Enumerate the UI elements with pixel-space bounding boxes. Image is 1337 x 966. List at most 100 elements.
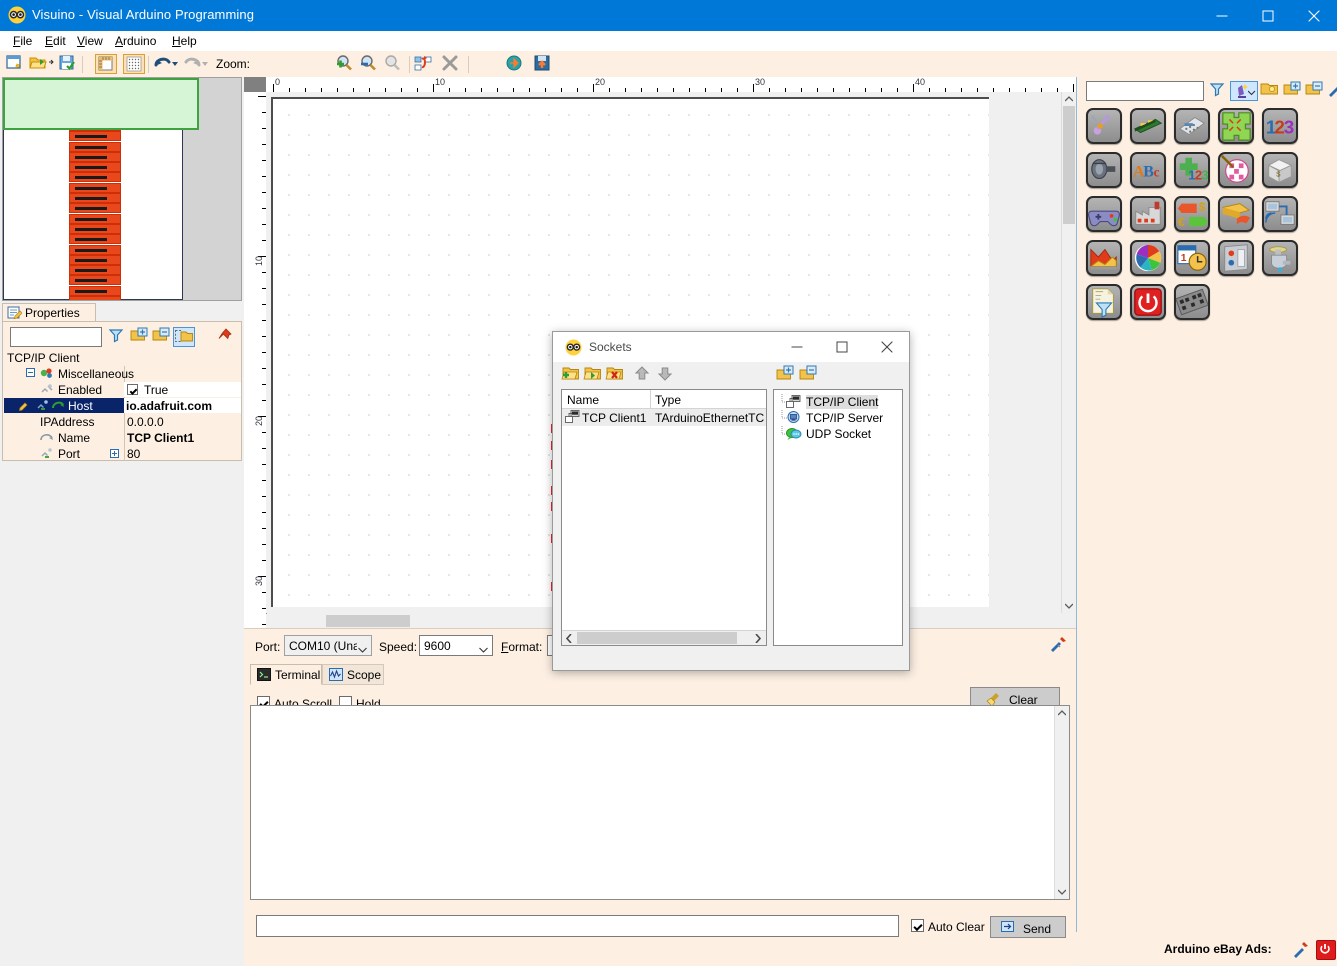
tab-terminal[interactable]: Terminal: [250, 664, 322, 685]
dialog-maximize-button[interactable]: [819, 332, 864, 362]
zoom-in-icon[interactable]: [334, 54, 358, 74]
network-icon[interactable]: [1262, 196, 1298, 232]
add-socket-icon[interactable]: [561, 365, 583, 385]
expand-categories-icon[interactable]: [129, 327, 151, 347]
convert-icon[interactable]: $€: [1174, 196, 1210, 232]
save-project-icon[interactable]: [58, 54, 80, 74]
navigator-viewport-rect[interactable]: [3, 78, 199, 130]
scroll-right-arrow-icon[interactable]: [752, 631, 766, 645]
group-by-category-icon[interactable]: [173, 327, 195, 347]
scroll-thumb[interactable]: [326, 615, 410, 627]
port-combo[interactable]: COM10 (Unav: [284, 635, 372, 656]
expand-toggle-icon[interactable]: [110, 449, 119, 458]
color-icon[interactable]: [1130, 240, 1166, 276]
terminal-settings-icon[interactable]: [1049, 635, 1069, 655]
property-row-port[interactable]: Port 80: [4, 446, 241, 461]
show-rulers-icon[interactable]: [95, 54, 117, 74]
scroll-down-arrow-icon[interactable]: [1055, 885, 1069, 899]
open-project-icon[interactable]: [29, 54, 55, 74]
arrange-icon[interactable]: [413, 54, 435, 74]
canvas-vertical-scrollbar[interactable]: [1061, 92, 1076, 613]
add-number-icon[interactable]: 123: [1174, 152, 1210, 188]
tab-scope[interactable]: Scope: [322, 664, 384, 685]
property-row-name[interactable]: Name TCP Client1: [4, 430, 241, 445]
expand-all-icon[interactable]: [1282, 81, 1304, 101]
menu-arduino[interactable]: Arduino: [108, 33, 163, 49]
menu-help[interactable]: Help: [165, 33, 204, 49]
sockets-list[interactable]: Name Type TCP Client1 TArduinoEthernetTC…: [561, 389, 767, 646]
auto-clear-checkbox[interactable]: [911, 919, 924, 932]
send-input[interactable]: [256, 915, 899, 937]
collapse-toggle-icon[interactable]: [26, 368, 35, 377]
integer-icon[interactable]: 123: [1262, 108, 1298, 144]
gamepad-icon[interactable]: [1086, 196, 1122, 232]
column-header-name[interactable]: Name: [567, 393, 599, 407]
math-icon[interactable]: [1174, 108, 1210, 144]
motor-icon[interactable]: [1086, 152, 1122, 188]
property-row-miscellaneous[interactable]: Miscellaneous: [4, 366, 241, 381]
menu-view[interactable]: View: [70, 33, 110, 49]
maximize-button[interactable]: [1245, 0, 1291, 31]
valve-icon[interactable]: [1262, 240, 1298, 276]
send-button[interactable]: Send: [990, 916, 1066, 938]
zoom-reset-icon[interactable]: [382, 54, 406, 74]
open-category-icon[interactable]: [1260, 81, 1282, 101]
collapse-all-icon[interactable]: [798, 365, 820, 385]
pin-icon[interactable]: [215, 327, 237, 347]
scroll-thumb[interactable]: [1063, 106, 1075, 224]
redo-icon[interactable]: [182, 54, 208, 74]
logic-icon[interactable]: [1218, 108, 1254, 144]
minimize-button[interactable]: [1199, 0, 1245, 31]
property-row-enabled[interactable]: Enabled True: [4, 382, 241, 397]
property-row-host[interactable]: Host io.adafruit.com: [4, 398, 241, 413]
property-row-ipaddress[interactable]: IPAddress 0.0.0.0: [4, 414, 241, 429]
factory-icon[interactable]: [1130, 196, 1166, 232]
memory-icon[interactable]: [1130, 108, 1166, 144]
dialog-close-button[interactable]: [864, 332, 909, 362]
random-icon[interactable]: [1218, 152, 1254, 188]
design-navigator-thumbnail[interactable]: [2, 77, 242, 301]
package-icon[interactable]: $: [1262, 152, 1298, 188]
collapse-all-icon[interactable]: [1304, 81, 1326, 101]
menu-edit[interactable]: Edit: [38, 33, 73, 49]
delete-socket-icon[interactable]: [605, 365, 627, 385]
edit-socket-icon[interactable]: [583, 365, 605, 385]
move-up-icon[interactable]: [633, 365, 655, 385]
datetime-icon[interactable]: 1: [1174, 240, 1210, 276]
power-off-icon[interactable]: [1316, 940, 1336, 960]
payment-icon[interactable]: [1218, 196, 1254, 232]
terminal-output[interactable]: [250, 705, 1070, 900]
sockets-list-horizontal-scrollbar[interactable]: [562, 630, 766, 645]
property-value-host[interactable]: io.adafruit.com: [126, 399, 212, 413]
dialog-minimize-button[interactable]: [774, 332, 819, 362]
analog-icon[interactable]: [1086, 108, 1122, 144]
properties-search-input[interactable]: [10, 327, 102, 347]
scroll-down-arrow-icon[interactable]: [1062, 599, 1076, 613]
scroll-up-arrow-icon[interactable]: [1055, 706, 1069, 720]
filter-icon[interactable]: [1208, 81, 1230, 101]
speed-combo[interactable]: 9600: [419, 635, 493, 656]
scroll-up-arrow-icon[interactable]: [1062, 92, 1076, 106]
table-row[interactable]: TCP Client1 TArduinoEthernetTCP.: [562, 409, 766, 426]
filter-data-icon[interactable]: [1086, 284, 1122, 320]
scroll-left-arrow-icon[interactable]: [562, 631, 576, 645]
terminal-vertical-scrollbar[interactable]: [1054, 706, 1069, 899]
move-down-icon[interactable]: [656, 365, 678, 385]
undo-icon[interactable]: [152, 54, 178, 74]
compile-upload-icon[interactable]: [504, 54, 526, 74]
menu-file[interactable]: FFileile: [6, 33, 39, 49]
display-icon[interactable]: [1218, 240, 1254, 276]
save-code-icon[interactable]: [532, 54, 554, 74]
column-header-type[interactable]: Type: [655, 393, 681, 407]
scroll-thumb[interactable]: [577, 632, 737, 644]
tools-icon[interactable]: [1292, 941, 1310, 958]
enabled-checkbox[interactable]: [127, 384, 138, 395]
matrix-icon[interactable]: [1174, 284, 1210, 320]
zoom-out-icon[interactable]: [358, 54, 382, 74]
power-icon[interactable]: [1130, 284, 1166, 320]
tools-icon[interactable]: [1327, 81, 1337, 101]
close-button[interactable]: [1291, 0, 1337, 31]
wizard-icon[interactable]: [1230, 81, 1258, 101]
delete-icon[interactable]: [440, 54, 462, 74]
collapse-categories-icon[interactable]: [151, 327, 173, 347]
